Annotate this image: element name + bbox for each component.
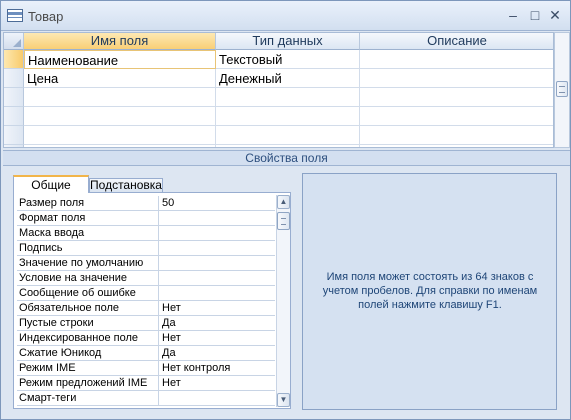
property-value[interactable] [160, 226, 275, 241]
grid-cell-field-name[interactable]: Наименование [24, 50, 216, 69]
property-row[interactable]: Подпись [17, 241, 275, 256]
column-header-field-name[interactable]: Имя поля [24, 33, 216, 50]
close-icon[interactable]: ✕ [546, 6, 564, 24]
property-row[interactable]: Обязательное поле Нет [17, 301, 275, 316]
scroll-down-icon[interactable]: ▼ [277, 393, 290, 407]
property-label: Обязательное поле [17, 301, 159, 316]
property-label: Формат поля [17, 211, 159, 226]
grid-cell-data-type[interactable] [216, 88, 360, 107]
tab-general[interactable]: Общие [13, 175, 89, 193]
property-value[interactable] [160, 241, 275, 256]
row-selector[interactable] [4, 69, 24, 88]
grid-cell-description[interactable] [360, 88, 553, 107]
property-value[interactable] [160, 286, 275, 301]
property-label: Сообщение об ошибке [17, 286, 159, 301]
property-row[interactable]: Маска ввода [17, 226, 275, 241]
property-value[interactable] [160, 271, 275, 286]
property-value[interactable] [160, 391, 275, 406]
property-value[interactable]: Нет [160, 301, 275, 316]
table-design-window: Товар – □ ✕ Имя поля Тип данных Описание… [0, 0, 571, 420]
property-value[interactable]: Да [160, 316, 275, 331]
property-value[interactable]: Нет [160, 331, 275, 346]
field-properties-caption: Свойства поля [3, 150, 570, 166]
row-selector[interactable] [4, 50, 24, 69]
property-value[interactable]: Нет [160, 376, 275, 391]
column-header-data-type[interactable]: Тип данных [216, 33, 360, 50]
property-row[interactable]: Режим IME Нет контроля [17, 361, 275, 376]
property-row[interactable]: Режим предложений IME Нет [17, 376, 275, 391]
grid-cell-description[interactable] [360, 69, 553, 88]
grid-cell-field-name[interactable] [24, 107, 216, 126]
property-label: Режим предложений IME [17, 376, 159, 391]
grid-cell-field-name[interactable] [24, 145, 216, 147]
property-row[interactable]: Размер поля 50 [17, 196, 275, 211]
grid-cell-description[interactable] [360, 50, 553, 69]
scroll-up-icon[interactable]: ▲ [277, 195, 290, 209]
row-selector[interactable] [4, 126, 24, 145]
property-row[interactable]: Сообщение об ошибке [17, 286, 275, 301]
minimize-icon[interactable]: – [504, 6, 522, 24]
row-selector[interactable] [4, 88, 24, 107]
scroll-thumb[interactable] [556, 81, 568, 97]
grid-cell-field-name[interactable]: Цена [24, 69, 216, 88]
grid-cell-description[interactable] [360, 126, 553, 145]
table-icon [7, 9, 23, 22]
property-row[interactable]: Сжатие Юникод Да [17, 346, 275, 361]
grid-cell-data-type[interactable] [216, 126, 360, 145]
title-bar[interactable]: Товар – □ ✕ [1, 1, 570, 31]
property-value[interactable]: Да [160, 346, 275, 361]
property-label: Индексированное поле [17, 331, 159, 346]
grid-cell-data-type[interactable] [216, 145, 360, 147]
property-label: Маска ввода [17, 226, 159, 241]
property-label: Пустые строки [17, 316, 159, 331]
select-all-corner[interactable] [4, 33, 24, 50]
grid-cell-data-type[interactable]: Текстовый [216, 50, 360, 69]
property-label: Условие на значение [17, 271, 159, 286]
field-properties-list: Размер поля 50 Формат поля Маска ввода Подпи… [13, 192, 291, 409]
scroll-thumb[interactable] [277, 212, 290, 230]
property-row[interactable]: Формат поля [17, 211, 275, 226]
property-label: Режим IME [17, 361, 159, 376]
help-text: Имя поля может состоять из 64 знаков с у… [322, 271, 538, 311]
properties-scrollbar[interactable]: ▲ ▼ [276, 195, 290, 407]
property-value[interactable] [160, 256, 275, 271]
property-row[interactable]: Условие на значение [17, 271, 275, 286]
property-row[interactable]: Индексированное поле Нет [17, 331, 275, 346]
grid-cell-data-type[interactable]: Денежный [216, 69, 360, 88]
property-row[interactable]: Пустые строки Да [17, 316, 275, 331]
property-label: Размер поля [17, 196, 159, 211]
grid-cell-data-type[interactable] [216, 107, 360, 126]
window-title: Товар [28, 9, 64, 24]
grid-cell-description[interactable] [360, 107, 553, 126]
grid-cell-description[interactable] [360, 145, 553, 147]
column-header-description[interactable]: Описание [360, 33, 553, 50]
property-value[interactable] [160, 211, 275, 226]
grid-scrollbar[interactable] [554, 32, 570, 148]
property-value[interactable]: 50 [160, 196, 275, 211]
row-selector[interactable] [4, 145, 24, 147]
tab-lookup[interactable]: Подстановка [89, 178, 163, 193]
help-panel: Имя поля может состоять из 64 знаков с у… [302, 173, 557, 410]
property-row[interactable]: Значение по умолчанию [17, 256, 275, 271]
property-value[interactable]: Нет контроля [160, 361, 275, 376]
grid-cell-field-name[interactable] [24, 126, 216, 145]
property-label: Подпись [17, 241, 159, 256]
grid-cell-field-name[interactable] [24, 88, 216, 107]
field-grid: Имя поля Тип данных Описание Наименовани… [3, 32, 554, 148]
property-label: Сжатие Юникод [17, 346, 159, 361]
property-label: Смарт-теги [17, 391, 159, 406]
property-row[interactable]: Смарт-теги [17, 391, 275, 406]
row-selector[interactable] [4, 107, 24, 126]
maximize-icon[interactable]: □ [526, 6, 544, 24]
property-label: Значение по умолчанию [17, 256, 159, 271]
